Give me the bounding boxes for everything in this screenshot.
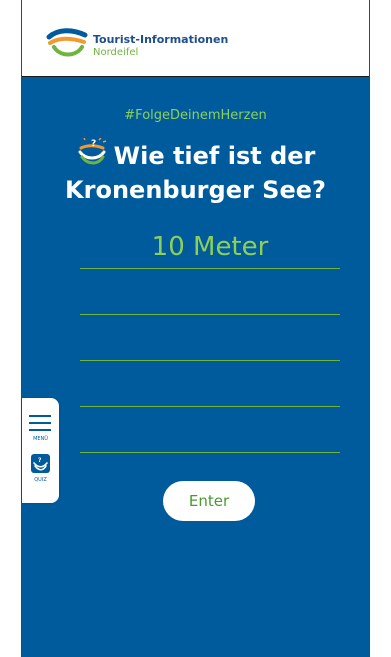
heart-question-icon: ? [78, 138, 106, 165]
menu-button[interactable]: MENÜ [25, 410, 56, 444]
app-frame: Tourist-Informationen Nordeifel #FolgeDe… [21, 0, 370, 657]
menu-label: MENÜ [33, 436, 48, 442]
answer-line-3 [80, 315, 340, 361]
question-line-2: Kronenburger See? [65, 176, 326, 204]
answer-input[interactable]: 10 Meter [80, 226, 340, 269]
svg-text:?: ? [38, 457, 42, 464]
question-line-1: Wie tief ist der [113, 142, 316, 170]
question-heading: ? Wie tief ist der Kronenburger See? [22, 138, 369, 207]
answer-input-area[interactable]: 10 Meter [80, 226, 340, 453]
logo-title: Tourist-Informationen [93, 33, 229, 46]
answer-line-4 [80, 361, 340, 407]
enter-button[interactable]: Enter [163, 481, 255, 521]
header: Tourist-Informationen Nordeifel [22, 0, 369, 77]
side-panel: MENÜ ? QUIZ [22, 398, 59, 503]
answer-line-5 [80, 407, 340, 453]
brand-logo[interactable]: Tourist-Informationen Nordeifel [46, 27, 326, 61]
quiz-icon: ? [31, 454, 50, 473]
svg-text:?: ? [91, 139, 96, 149]
answer-line-2 [80, 269, 340, 315]
logo-subtitle: Nordeifel [93, 47, 139, 58]
logo-swoosh-icon [46, 28, 88, 57]
quiz-button[interactable]: ? QUIZ [25, 452, 56, 488]
quiz-label: QUIZ [34, 477, 47, 483]
hashtag-text: #FolgeDeinemHerzen [124, 108, 267, 123]
